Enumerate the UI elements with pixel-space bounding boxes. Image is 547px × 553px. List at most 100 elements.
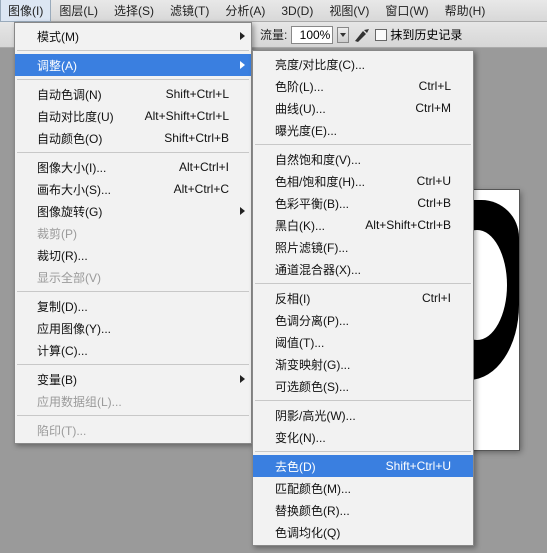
- menu-item[interactable]: 黑白(K)... Alt+Shift+Ctrl+B: [253, 214, 473, 236]
- menubar-item[interactable]: 图像(I): [0, 0, 51, 22]
- menu-item-label: 反相(I): [275, 290, 310, 307]
- menu-item[interactable]: 变化(N)...: [253, 426, 473, 448]
- airbrush-icon[interactable]: [353, 27, 371, 43]
- menu-separator: [255, 144, 471, 145]
- menu-item-label: 图像旋转(G): [37, 203, 102, 220]
- menubar-item[interactable]: 图层(L): [51, 0, 106, 22]
- menu-item: 显示全部(V): [15, 266, 251, 288]
- submenu-arrow-icon: [240, 207, 245, 215]
- menu-item-label: 复制(D)...: [37, 298, 88, 315]
- menubar-item[interactable]: 视图(V): [321, 0, 377, 22]
- menu-shortcut: Alt+Ctrl+I: [179, 160, 229, 174]
- menu-item[interactable]: 色阶(L)... Ctrl+L: [253, 75, 473, 97]
- menu-item-label: 裁剪(P): [37, 225, 77, 242]
- history-checkbox[interactable]: 抹到历史记录: [375, 26, 462, 43]
- menu-item[interactable]: 亮度/对比度(C)...: [253, 53, 473, 75]
- menu-item-label: 裁切(R)...: [37, 247, 88, 264]
- menu-item[interactable]: 色调分离(P)...: [253, 309, 473, 331]
- checkbox-box-icon: [375, 29, 387, 41]
- menu-item-label: 黑白(K)...: [275, 217, 325, 234]
- menu-item[interactable]: 反相(I) Ctrl+I: [253, 287, 473, 309]
- menu-shortcut: Ctrl+L: [419, 79, 451, 93]
- menu-item[interactable]: 复制(D)...: [15, 295, 251, 317]
- menu-item[interactable]: 自动对比度(U) Alt+Shift+Ctrl+L: [15, 105, 251, 127]
- menu-item-label: 曝光度(E)...: [275, 122, 337, 139]
- menu-item-label: 色彩平衡(B)...: [275, 195, 349, 212]
- menu-separator: [17, 79, 249, 80]
- menu-item-label: 应用数据组(L)...: [37, 393, 122, 410]
- menu-item-label: 替换颜色(R)...: [275, 502, 350, 519]
- menu-shortcut: Ctrl+B: [417, 196, 451, 210]
- image-menu: 模式(M) 调整(A) 自动色调(N)Shift+Ctrl+L 自动对比度(U) Alt…: [14, 22, 252, 444]
- menu-item-label: 亮度/对比度(C)...: [275, 56, 365, 73]
- menu-shortcut: Alt+Shift+Ctrl+B: [365, 218, 451, 232]
- menu-shortcut: Alt+Ctrl+C: [174, 182, 229, 196]
- menu-item[interactable]: 通道混合器(X)...: [253, 258, 473, 280]
- menubar-item[interactable]: 选择(S): [106, 0, 162, 22]
- menu-item[interactable]: 画布大小(S)... Alt+Ctrl+C: [15, 178, 251, 200]
- menu-item-label: 通道混合器(X)...: [275, 261, 361, 278]
- menu-item[interactable]: 可选颜色(S)...: [253, 375, 473, 397]
- menu-item[interactable]: 阈值(T)...: [253, 331, 473, 353]
- menu-item[interactable]: 裁切(R)...: [15, 244, 251, 266]
- menu-separator: [17, 291, 249, 292]
- menu-item[interactable]: 照片滤镜(F)...: [253, 236, 473, 258]
- submenu-arrow-icon: [240, 61, 245, 69]
- menu-item-label: 调整(A): [37, 57, 77, 74]
- menu-item-label: 自动对比度(U): [37, 108, 114, 125]
- menu-separator: [255, 400, 471, 401]
- menu-shortcut: Ctrl+I: [422, 291, 451, 305]
- menu-item[interactable]: 应用图像(Y)...: [15, 317, 251, 339]
- menu-item-label: 色调均化(Q): [275, 524, 340, 541]
- menu-item-label: 自动色调(N): [37, 86, 102, 103]
- menu-item[interactable]: 自动颜色(O)Shift+Ctrl+B: [15, 127, 251, 149]
- menu-item-label: 照片滤镜(F)...: [275, 239, 348, 256]
- menu-item[interactable]: 色彩平衡(B)... Ctrl+B: [253, 192, 473, 214]
- menu-item-label: 图像大小(I)...: [37, 159, 106, 176]
- menu-item[interactable]: 自动色调(N)Shift+Ctrl+L: [15, 83, 251, 105]
- menu-item[interactable]: 匹配颜色(M)...: [253, 477, 473, 499]
- menu-item[interactable]: 计算(C)...: [15, 339, 251, 361]
- menu-item[interactable]: 色相/饱和度(H)... Ctrl+U: [253, 170, 473, 192]
- menu-item-label: 色相/饱和度(H)...: [275, 173, 365, 190]
- menubar-item[interactable]: 窗口(W): [377, 0, 436, 22]
- adjustments-submenu: 亮度/对比度(C)... 色阶(L)... Ctrl+L 曲线(U)...Ctrl+M…: [252, 50, 474, 546]
- menu-item: 陷印(T)...: [15, 419, 251, 441]
- menu-item[interactable]: 调整(A): [15, 54, 251, 76]
- menu-item[interactable]: 替换颜色(R)...: [253, 499, 473, 521]
- menu-item-label: 色阶(L)...: [275, 78, 324, 95]
- flow-label: 流量:: [260, 26, 287, 43]
- menu-item[interactable]: 图像旋转(G): [15, 200, 251, 222]
- menu-item[interactable]: 阴影/高光(W)...: [253, 404, 473, 426]
- flow-dropdown[interactable]: [337, 27, 349, 43]
- menu-item-label: 计算(C)...: [37, 342, 88, 359]
- menubar: 图像(I)图层(L)选择(S)滤镜(T)分析(A)3D(D)视图(V)窗口(W)…: [0, 0, 547, 22]
- menu-item[interactable]: 色调均化(Q): [253, 521, 473, 543]
- menu-separator: [255, 283, 471, 284]
- menu-item[interactable]: 模式(M): [15, 25, 251, 47]
- menu-item-label: 画布大小(S)...: [37, 181, 111, 198]
- menu-item-label: 色调分离(P)...: [275, 312, 349, 329]
- menu-item[interactable]: 去色(D)Shift+Ctrl+U: [253, 455, 473, 477]
- menubar-item[interactable]: 分析(A): [217, 0, 273, 22]
- menu-item[interactable]: 曲线(U)...Ctrl+M: [253, 97, 473, 119]
- menu-item[interactable]: 渐变映射(G)...: [253, 353, 473, 375]
- menu-separator: [17, 152, 249, 153]
- menu-item[interactable]: 变量(B): [15, 368, 251, 390]
- menu-item[interactable]: 图像大小(I)... Alt+Ctrl+I: [15, 156, 251, 178]
- menu-item-label: 阴影/高光(W)...: [275, 407, 356, 424]
- menu-item-label: 渐变映射(G)...: [275, 356, 350, 373]
- menu-item-label: 阈值(T)...: [275, 334, 324, 351]
- menu-item-label: 可选颜色(S)...: [275, 378, 349, 395]
- flow-input[interactable]: [291, 26, 333, 44]
- menu-item-label: 自然饱和度(V)...: [275, 151, 361, 168]
- menu-item[interactable]: 自然饱和度(V)...: [253, 148, 473, 170]
- menu-item-label: 模式(M): [37, 28, 79, 45]
- menu-shortcut: Shift+Ctrl+U: [386, 459, 451, 473]
- menu-shortcut: Ctrl+U: [417, 174, 451, 188]
- menu-shortcut: Alt+Shift+Ctrl+L: [145, 109, 229, 123]
- menu-item[interactable]: 曝光度(E)...: [253, 119, 473, 141]
- menubar-item[interactable]: 帮助(H): [437, 0, 494, 22]
- menubar-item[interactable]: 3D(D): [273, 1, 321, 21]
- menubar-item[interactable]: 滤镜(T): [162, 0, 217, 22]
